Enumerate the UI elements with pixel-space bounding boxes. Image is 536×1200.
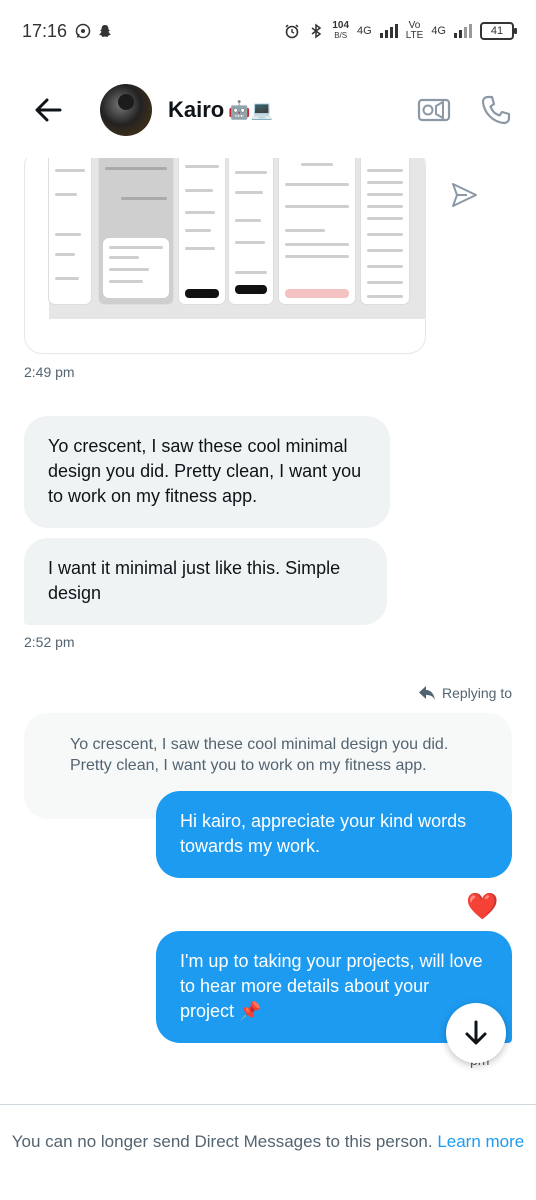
incoming-message[interactable]: I want it minimal just like this. Simple… — [24, 538, 387, 625]
scroll-to-bottom-button[interactable] — [446, 1003, 506, 1063]
notice-text: You can no longer send Direct Messages t… — [11, 1132, 433, 1151]
message-text: I'm up to taking your projects, will lov… — [180, 951, 483, 1021]
mock-screen-2 — [99, 158, 173, 304]
phone-icon — [481, 95, 511, 125]
status-bar: 17:16 104 B/S 4G Vo LTE 4G 41 — [0, 0, 536, 62]
mock-screen-6 — [361, 158, 409, 304]
net-speed-value: 104 — [332, 20, 350, 31]
arrow-left-icon — [35, 98, 62, 122]
dm-disabled-notice: You can no longer send Direct Messages t… — [0, 1104, 536, 1200]
message-text: Yo crescent, I saw these cool minimal de… — [48, 436, 362, 506]
contact-name[interactable]: Kairo 🤖💻 — [168, 97, 273, 123]
timestamp: 2:49 pm — [24, 364, 75, 380]
back-button[interactable] — [22, 84, 74, 136]
volte-indicator: Vo LTE — [406, 21, 424, 41]
message-text: I want it minimal just like this. Simple… — [48, 558, 341, 603]
volte-bottom: LTE — [405, 30, 424, 41]
outgoing-message[interactable]: Hi kairo, appreciate your kind words tow… — [156, 791, 512, 878]
contact-emoji: 🤖💻 — [228, 99, 274, 120]
video-call-button[interactable] — [416, 92, 452, 128]
incoming-message[interactable]: Yo crescent, I saw these cool minimal de… — [24, 416, 390, 528]
voice-call-button[interactable] — [478, 92, 514, 128]
net-speed-unit: B/S — [334, 31, 348, 40]
contact-name-text: Kairo — [168, 97, 225, 122]
status-time: 17:16 — [22, 20, 68, 41]
messages-area[interactable]: 2:49 pm Yo crescent, I saw these cool mi… — [0, 158, 536, 1104]
reply-context-text: Yo crescent, I saw these cool minimal de… — [70, 736, 449, 774]
timestamp: 2:52 pm — [24, 634, 75, 650]
signal-icon-2 — [454, 24, 472, 38]
replying-to-label: Replying to — [418, 685, 512, 701]
replying-to-text: Replying to — [441, 685, 512, 701]
whatsapp-icon — [75, 23, 91, 39]
avatar[interactable] — [100, 84, 152, 136]
mock-screen-3 — [179, 158, 225, 304]
mock-screen-4 — [229, 158, 273, 304]
network-type-1: 4G — [357, 25, 372, 37]
arrow-down-icon — [465, 1020, 487, 1045]
reply-arrow-icon — [418, 686, 435, 700]
mock-screen-1 — [49, 158, 91, 304]
battery-icon: 41 — [480, 22, 517, 40]
network-type-2: 4G — [431, 25, 446, 37]
snapchat-icon — [99, 25, 112, 37]
signal-icon — [379, 24, 398, 38]
network-speed: 104 B/S — [332, 21, 349, 41]
conversation-header: Kairo 🤖💻 — [0, 62, 536, 158]
bluetooth-icon — [311, 23, 322, 39]
alarm-icon — [285, 24, 299, 39]
message-text: Hi kairo, appreciate your kind words tow… — [180, 811, 467, 856]
heart-reaction-icon[interactable]: ❤️ — [466, 891, 498, 922]
mock-screen-5 — [279, 158, 355, 304]
image-attachment[interactable] — [24, 158, 426, 354]
image-preview — [49, 158, 425, 319]
video-camera-icon — [417, 98, 451, 122]
learn-more-link[interactable]: Learn more — [437, 1132, 524, 1151]
send-icon[interactable] — [449, 180, 479, 210]
